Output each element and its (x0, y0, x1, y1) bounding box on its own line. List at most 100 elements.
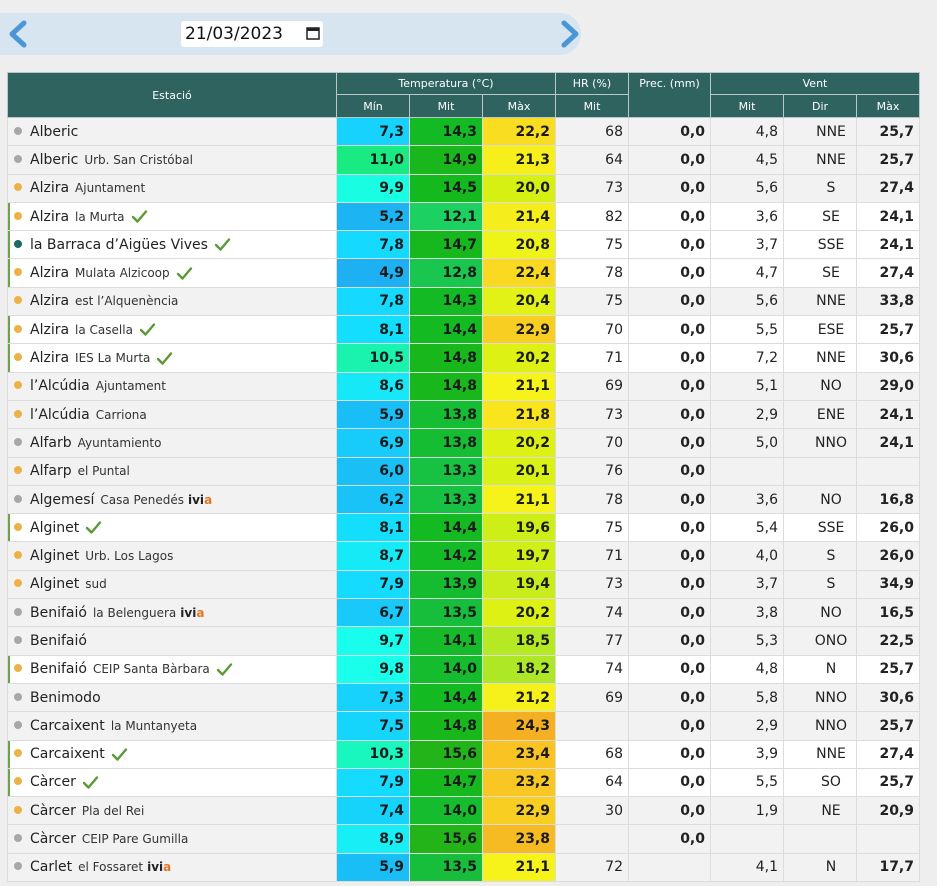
station-cell[interactable]: Càrcer CEIP Pare Gumilla (7, 824, 337, 854)
table-row[interactable]: Alberic 7,3 14,3 22,2 68 0,0 4,8 NNE 25,7 (7, 116, 920, 147)
table-row[interactable]: Càrcer CEIP Pare Gumilla 8,9 15,6 23,8 0,0 (7, 824, 920, 854)
table-row[interactable]: Alzira IES La Murta 10,5 14,8 20,2 71 0,0 7,2 NN… (7, 343, 920, 373)
table-row[interactable]: Alberic Urb. San Cristóbal 11,0 14,9 21,3 64 0… (7, 145, 920, 175)
station-cell[interactable]: Carcaixent la Muntanyeta (7, 711, 337, 741)
table-row[interactable]: Càrcer 7,9 14,7 23,2 64 0,0 5,5 SO 25,7 (7, 767, 920, 798)
station-cell[interactable]: Càrcer Pla del Rei (7, 796, 337, 826)
station-name[interactable]: Benimodo (30, 690, 101, 706)
station-cell[interactable]: Alfarb Ayuntamiento (7, 428, 337, 458)
table-row[interactable]: Càrcer Pla del Rei 7,4 14,0 22,9 30 0,0 1,9 NE 20… (7, 796, 920, 826)
table-row[interactable]: Alginet sud 7,9 13,9 19,4 73 0,0 3,7 S 34,9 (7, 569, 920, 600)
station-name[interactable]: Alzira (30, 209, 69, 225)
station-name[interactable]: Alzira (30, 322, 69, 338)
table-row[interactable]: Alzira Mulata Alzicoop 4,9 12,8 22,4 78 0,0 4,7… (7, 258, 920, 288)
station-cell[interactable]: Alzira Ajuntament (7, 173, 337, 203)
calendar-icon[interactable] (306, 26, 320, 40)
table-row[interactable]: Alfarb Ayuntamiento 6,9 13,8 20,2 70 0,0 5,0 NNO… (7, 428, 920, 458)
station-cell[interactable]: Alberic (7, 116, 337, 147)
station-cell[interactable]: Benifaió CEIP Santa Bàrbara (7, 654, 337, 684)
station-name[interactable]: l’Alcúdia (30, 407, 90, 423)
header-temp-max[interactable]: Màx (482, 94, 556, 118)
table-row[interactable]: Alzira la Casella 8,1 14,4 22,9 70 0,0 5,5 ESE 25… (7, 315, 920, 345)
table-row[interactable]: Alzira la Murta 5,2 12,1 21,4 82 0,0 3,6 SE 24,1 (7, 201, 920, 232)
table-row[interactable]: Benifaió la Belenguera ivia 6,7 13,5 20,2 74 0,… (7, 598, 920, 628)
station-cell[interactable]: l’Alcúdia Carriona (7, 399, 337, 430)
header-precipitation[interactable]: Prec. (mm) (628, 72, 711, 118)
station-name[interactable]: Carcaixent (30, 746, 105, 762)
table-row[interactable]: Alfarp el Puntal 6,0 13,3 20,1 76 0,0 (7, 456, 920, 486)
station-cell[interactable]: Alzira Mulata Alzicoop (7, 258, 337, 288)
station-cell[interactable]: Alzira la Murta (7, 201, 337, 232)
station-name[interactable]: Carcaixent (30, 718, 105, 734)
table-row[interactable]: Benimodo 7,3 14,4 21,2 69 0,0 5,8 NNO 30,6 (7, 682, 920, 713)
table-row[interactable]: Algemesí Casa Penedés ivia 6,2 13,3 21,1 78 0,0… (7, 484, 920, 515)
table-row[interactable]: Alginet Urb. Los Lagos 8,7 14,2 19,7 71 0,0 4,0… (7, 541, 920, 571)
station-name[interactable]: Càrcer (30, 803, 76, 819)
chevron-left-icon[interactable] (2, 17, 36, 51)
header-wind-max[interactable]: Màx (856, 94, 920, 118)
station-cell[interactable]: Benifaió (7, 626, 337, 656)
station-name[interactable]: Algemesí (30, 492, 94, 508)
station-cell[interactable]: Benimodo (7, 682, 337, 713)
station-name[interactable]: Alfarb (30, 435, 72, 451)
station-name[interactable]: Alzira (30, 293, 69, 309)
station-name[interactable]: Benifaió (30, 633, 87, 649)
header-humidity[interactable]: HR (%) (555, 72, 629, 95)
station-cell[interactable]: Alginet (7, 513, 337, 543)
station-cell[interactable]: Alfarp el Puntal (7, 456, 337, 486)
station-cell[interactable]: Alzira IES La Murta (7, 343, 337, 373)
header-temp-min[interactable]: Mín (336, 94, 410, 118)
wind-dir-value: NNO (815, 717, 847, 734)
station-name[interactable]: Benifaió (30, 661, 87, 677)
header-temperature[interactable]: Temperatura (°C) (336, 72, 556, 95)
precipitation-cell: 0,0 (628, 230, 711, 260)
station-name[interactable]: Alzira (30, 265, 69, 281)
station-cell[interactable]: Alginet sud (7, 569, 337, 600)
header-wind[interactable]: Vent (710, 72, 920, 95)
table-row[interactable]: l’Alcúdia Carriona 5,9 13,8 21,8 73 0,0 2,9 ENE 2… (7, 399, 920, 430)
station-cell[interactable]: Alginet Urb. Los Lagos (7, 541, 337, 571)
station-name[interactable]: Benifaió (30, 605, 87, 621)
station-cell[interactable]: Alberic Urb. San Cristóbal (7, 145, 337, 175)
date-input[interactable]: 21/03/2023 (181, 21, 323, 47)
station-cell[interactable]: Carcaixent (7, 739, 337, 769)
station-cell[interactable]: l’Alcúdia Ajuntament (7, 371, 337, 401)
station-cell[interactable]: Càrcer (7, 767, 337, 798)
station-name[interactable]: l’Alcúdia (30, 378, 90, 394)
station-name[interactable]: Alzira (30, 180, 69, 196)
date-value: 21/03/2023 (185, 24, 283, 44)
station-cell[interactable]: Algemesí Casa Penedés ivia (7, 484, 337, 515)
station-name[interactable]: Alginet (30, 548, 79, 564)
table-row[interactable]: Carcaixent 10,3 15,6 23,4 68 0,0 3,9 NNE 27,4 (7, 739, 920, 769)
header-temp-avg[interactable]: Mit (409, 94, 483, 118)
station-name[interactable]: Alberic (30, 152, 78, 168)
station-name[interactable]: la Barraca d’Aigües Vives (30, 237, 208, 253)
table-row[interactable]: Alzira est l’Alquenència 7,8 14,3 20,4 75 0,0 5… (7, 286, 920, 317)
table-row[interactable]: la Barraca d’Aigües Vives 7,8 14,7 20,8 75 0,… (7, 230, 920, 260)
station-name[interactable]: Alfarp (30, 463, 72, 479)
station-name[interactable]: Alberic (30, 124, 78, 140)
table-row[interactable]: l’Alcúdia Ajuntament 8,6 14,8 21,1 69 0,0 5,1 NO… (7, 371, 920, 401)
table-row[interactable]: Alzira Ajuntament 9,9 14,5 20,0 73 0,0 5,6 S 27,4 (7, 173, 920, 203)
table-row[interactable]: Benifaió CEIP Santa Bàrbara 9,8 14,0 18,2 74 0… (7, 654, 920, 684)
header-station[interactable]: Estació (7, 72, 337, 118)
header-wind-dir[interactable]: Dir (783, 94, 857, 118)
station-name[interactable]: Alginet (30, 576, 79, 592)
station-name[interactable]: Carlet (30, 859, 72, 875)
chevron-right-icon[interactable] (552, 17, 586, 51)
station-cell[interactable]: Alzira est l’Alquenència (7, 286, 337, 317)
station-name[interactable]: Càrcer (30, 774, 76, 790)
table-row[interactable]: Benifaió 9,7 14,1 18,5 77 0,0 5,3 ONO 22,5 (7, 626, 920, 656)
station-name[interactable]: Alginet (30, 520, 79, 536)
station-name[interactable]: Càrcer (30, 831, 76, 847)
station-cell[interactable]: Alzira la Casella (7, 315, 337, 345)
station-cell[interactable]: la Barraca d’Aigües Vives (7, 230, 337, 260)
station-cell[interactable]: Carlet el Fossaret ivia (7, 852, 337, 883)
table-row[interactable]: Carlet el Fossaret ivia 5,9 13,5 21,1 72 4,1 N 17… (7, 852, 920, 883)
header-humidity-avg[interactable]: Mit (555, 94, 629, 118)
station-name[interactable]: Alzira (30, 350, 69, 366)
header-wind-avg[interactable]: Mit (710, 94, 784, 118)
table-row[interactable]: Alginet 8,1 14,4 19,6 75 0,0 5,4 SSE 26,0 (7, 513, 920, 543)
table-row[interactable]: Carcaixent la Muntanyeta 7,5 14,8 24,3 0,0 2,9… (7, 711, 920, 741)
station-cell[interactable]: Benifaió la Belenguera ivia (7, 598, 337, 628)
